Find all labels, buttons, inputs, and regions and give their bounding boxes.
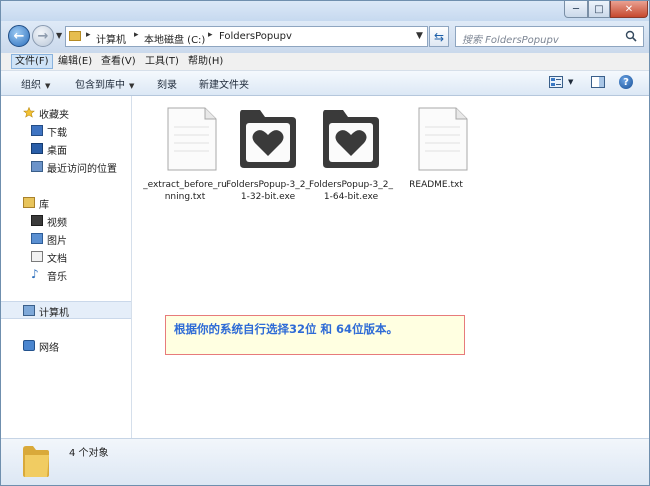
view-options-icon[interactable] xyxy=(549,76,563,88)
menu-view[interactable]: 查看(V) xyxy=(98,54,139,69)
sidebar-item-label: 计算机 xyxy=(39,308,69,319)
sidebar-item-label: 文档 xyxy=(47,254,67,265)
sidebar-item-label: 最近访问的位置 xyxy=(47,164,117,175)
file-name: README.txt xyxy=(409,180,463,190)
version-notice: 根据你的系统自行选择32位 和 64位版本。 xyxy=(165,315,465,355)
sidebar-item-network[interactable]: 网络 xyxy=(1,337,131,355)
text-file-icon xyxy=(167,107,217,171)
close-button[interactable]: ✕ xyxy=(610,1,648,18)
search-placeholder: 搜索 FoldersPopupv xyxy=(462,35,559,46)
include-in-library-button[interactable]: 包含到库中 ▼ xyxy=(75,76,134,91)
address-dropdown-icon[interactable]: ▼ xyxy=(416,31,423,41)
folder-icon xyxy=(69,31,81,41)
chevron-down-icon: ▼ xyxy=(45,82,51,90)
organize-label: 组织 xyxy=(21,80,41,91)
arrow-right-icon: → xyxy=(37,28,49,44)
sidebar-item-pictures[interactable]: 图片 xyxy=(1,230,131,248)
search-icon[interactable] xyxy=(625,30,637,42)
file-list: _extract_before_running.txt FoldersPopup… xyxy=(132,96,649,438)
sidebar-item-label: 图片 xyxy=(47,236,67,247)
burn-button[interactable]: 刻录 xyxy=(157,76,177,91)
arrow-left-icon: ← xyxy=(13,28,25,44)
downloads-folder-icon xyxy=(31,125,43,136)
file-name: FoldersPopup-3_2_1-32-bit.exe xyxy=(226,180,310,202)
breadcrumb-separator-icon[interactable]: ▸ xyxy=(134,30,139,40)
organize-button[interactable]: 组织 ▼ xyxy=(21,76,50,91)
menu-tools[interactable]: 工具(T) xyxy=(142,54,182,69)
sidebar-item-documents[interactable]: 文档 xyxy=(1,248,131,266)
menu-file[interactable]: 文件(F) xyxy=(11,54,53,69)
refresh-button[interactable]: ⇆ xyxy=(429,26,449,47)
chevron-down-icon: ▼ xyxy=(129,82,135,90)
help-icon[interactable]: ? xyxy=(619,75,633,89)
recent-pages-dropdown[interactable]: ▼ xyxy=(56,31,62,40)
sidebar-item-music[interactable]: ♪ 音乐 xyxy=(1,266,131,284)
sidebar-item-label: 桌面 xyxy=(47,146,67,157)
video-icon xyxy=(31,215,43,226)
sidebar-item-recent-places[interactable]: 最近访问的位置 xyxy=(1,158,131,176)
heart-folder-icon xyxy=(323,110,379,168)
network-icon xyxy=(23,340,35,351)
command-bar: 组织 ▼ 包含到库中 ▼ 刻录 新建文件夹 ▼ ? xyxy=(1,71,649,96)
sidebar-item-label: 库 xyxy=(39,200,49,211)
sidebar-item-computer[interactable]: 计算机 xyxy=(1,301,131,319)
breadcrumb-separator-icon[interactable]: ▸ xyxy=(208,30,213,40)
sidebar-item-label: 网络 xyxy=(39,343,59,354)
sidebar-item-label: 收藏夹 xyxy=(39,110,69,121)
new-folder-button[interactable]: 新建文件夹 xyxy=(199,76,249,91)
file-item[interactable]: _extract_before_running.txt xyxy=(143,96,227,204)
item-count: 4 个对象 xyxy=(69,448,109,459)
maximize-button[interactable]: □ xyxy=(588,1,610,18)
minimize-button[interactable]: ─ xyxy=(564,1,588,18)
title-bar[interactable]: ─ □ ✕ xyxy=(1,1,649,21)
details-pane: 4 个对象 xyxy=(1,438,649,485)
refresh-icon: ⇆ xyxy=(433,29,445,44)
sidebar-item-label: 视频 xyxy=(47,218,67,229)
forward-button[interactable]: → xyxy=(32,25,54,47)
menu-bar: 文件(F) 编辑(E) 查看(V) 工具(T) 帮助(H) xyxy=(1,53,649,71)
breadcrumb-local-disk[interactable]: 本地磁盘 (C:) xyxy=(144,31,205,46)
sidebar-item-label: 下载 xyxy=(47,128,67,139)
file-name: FoldersPopup-3_2_1-64-bit.exe xyxy=(309,180,393,202)
navigation-pane: 收藏夹 下载 桌面 最近访问的位置 库 视频 图片 文档 ♪ 音乐 计算机 网络 xyxy=(1,96,132,438)
file-item[interactable]: FoldersPopup-3_2_1-64-bit.exe xyxy=(309,96,393,204)
sidebar-item-favorites[interactable]: 收藏夹 xyxy=(1,104,131,122)
back-button[interactable]: ← xyxy=(8,25,30,47)
star-icon xyxy=(23,107,35,118)
sidebar-item-libraries[interactable]: 库 xyxy=(1,194,131,212)
folder-icon xyxy=(23,446,49,477)
text-file-icon xyxy=(418,107,468,171)
computer-icon xyxy=(23,305,35,316)
notice-text: 根据你的系统自行选择32位 和 64位版本。 xyxy=(174,322,399,336)
chevron-down-icon[interactable]: ▼ xyxy=(568,78,573,86)
sidebar-item-desktop[interactable]: 桌面 xyxy=(1,140,131,158)
preview-pane-icon[interactable] xyxy=(591,76,605,88)
menu-help[interactable]: 帮助(H) xyxy=(185,54,226,69)
breadcrumb-current-folder[interactable]: FoldersPopupv xyxy=(219,31,292,42)
picture-icon xyxy=(31,233,43,244)
breadcrumb-separator-icon[interactable]: ▸ xyxy=(86,30,91,40)
library-icon xyxy=(23,197,35,208)
explorer-window: ─ □ ✕ ← → ▼ ▸ 计算机 ▸ 本地磁盘 (C:) ▸ FoldersP… xyxy=(0,0,650,486)
sidebar-item-label: 音乐 xyxy=(47,272,67,283)
include-library-label: 包含到库中 xyxy=(75,80,125,91)
recent-places-icon xyxy=(31,161,43,172)
breadcrumb-computer[interactable]: 计算机 xyxy=(96,31,126,46)
file-item[interactable]: FoldersPopup-3_2_1-32-bit.exe xyxy=(226,96,310,204)
file-name: _extract_before_running.txt xyxy=(143,180,227,202)
address-bar-area: ← → ▼ ▸ 计算机 ▸ 本地磁盘 (C:) ▸ FoldersPopupv … xyxy=(1,21,649,53)
desktop-icon xyxy=(31,143,43,154)
sidebar-item-downloads[interactable]: 下载 xyxy=(1,122,131,140)
document-icon xyxy=(31,251,43,262)
menu-edit[interactable]: 编辑(E) xyxy=(55,54,95,69)
search-input[interactable]: 搜索 FoldersPopupv xyxy=(455,26,644,47)
heart-folder-icon xyxy=(240,110,296,168)
address-input[interactable]: ▸ 计算机 ▸ 本地磁盘 (C:) ▸ FoldersPopupv ▼ xyxy=(65,26,428,47)
music-note-icon: ♪ xyxy=(31,267,39,281)
sidebar-item-videos[interactable]: 视频 xyxy=(1,212,131,230)
file-item[interactable]: README.txt xyxy=(394,96,478,204)
